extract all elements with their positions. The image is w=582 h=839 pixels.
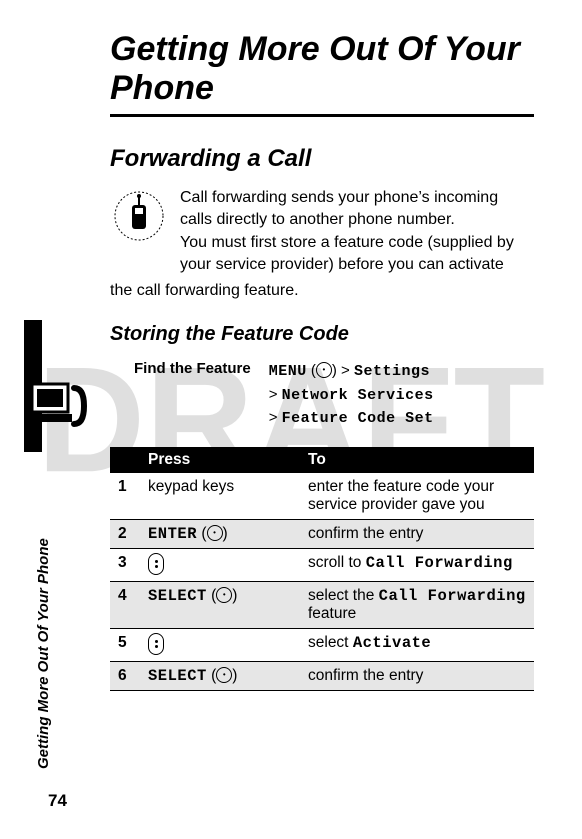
intro-paragraph-2-part: You must first store a feature code (sup… xyxy=(180,232,534,275)
menu-item-feature-code-set: Feature Code Set xyxy=(282,410,434,427)
menu-item-network-services: Network Services xyxy=(282,387,434,404)
find-label: Find the Feature xyxy=(134,360,251,431)
nav-key-icon xyxy=(148,553,164,575)
step-number: 6 xyxy=(110,661,140,690)
step-press: SELECT () xyxy=(140,661,300,690)
col-header-blank xyxy=(110,447,140,473)
find-the-feature: Find the Feature MENU () > Settings > Ne… xyxy=(134,360,534,431)
menu-text: Call Forwarding xyxy=(379,587,526,605)
menu-item-settings: Settings xyxy=(354,363,430,380)
intro-paragraph-1: Call forwarding sends your phone’s incom… xyxy=(180,187,534,230)
step-press: ENTER () xyxy=(140,519,300,548)
nav-key-icon xyxy=(148,633,164,655)
step-to: select the Call Forwarding feature xyxy=(300,581,534,628)
step-press: SELECT () xyxy=(140,581,300,628)
softkey-icon xyxy=(207,525,223,541)
section-heading: Forwarding a Call xyxy=(110,145,534,173)
col-header-to: To xyxy=(300,447,534,473)
steps-table: Press To 1 keypad keys enter the feature… xyxy=(110,447,534,691)
softkey-label: SELECT xyxy=(148,587,207,605)
network-dependent-icon xyxy=(110,187,168,245)
subsection-heading: Storing the Feature Code xyxy=(110,323,534,346)
intro-text: Call forwarding sends your phone’s incom… xyxy=(180,187,534,277)
softkey-label: SELECT xyxy=(148,667,207,685)
table-row: 5 select Activate xyxy=(110,628,534,661)
step-press xyxy=(140,548,300,581)
softkey-label: ENTER xyxy=(148,525,197,543)
table-row: 4 SELECT () select the Call Forwarding f… xyxy=(110,581,534,628)
softkey-icon xyxy=(216,667,232,683)
step-to: confirm the entry xyxy=(300,519,534,548)
col-header-press: Press xyxy=(140,447,300,473)
menu-path: MENU () > Settings > Network Services > … xyxy=(269,360,434,431)
step-press: keypad keys xyxy=(140,473,300,520)
page-number: 74 xyxy=(48,791,67,811)
step-press xyxy=(140,628,300,661)
table-row: 3 scroll to Call Forwarding xyxy=(110,548,534,581)
step-number: 5 xyxy=(110,628,140,661)
table-row: 1 keypad keys enter the feature code you… xyxy=(110,473,534,520)
step-to: select Activate xyxy=(300,628,534,661)
step-number: 4 xyxy=(110,581,140,628)
table-row: 6 SELECT () confirm the entry xyxy=(110,661,534,690)
step-number: 3 xyxy=(110,548,140,581)
step-to: enter the feature code your service prov… xyxy=(300,473,534,520)
step-to: confirm the entry xyxy=(300,661,534,690)
intro-paragraph-2-cont: the call forwarding feature. xyxy=(110,280,534,302)
menu-key-icon xyxy=(316,362,332,378)
step-to: scroll to Call Forwarding xyxy=(300,548,534,581)
step-number: 2 xyxy=(110,519,140,548)
page-title: Getting More Out Of Your Phone xyxy=(110,30,534,117)
menu-text: Activate xyxy=(353,634,431,652)
table-row: 2 ENTER () confirm the entry xyxy=(110,519,534,548)
menu-text: Call Forwarding xyxy=(366,554,513,572)
step-number: 1 xyxy=(110,473,140,520)
menu-key-label: MENU xyxy=(269,363,307,380)
softkey-icon xyxy=(216,587,232,603)
